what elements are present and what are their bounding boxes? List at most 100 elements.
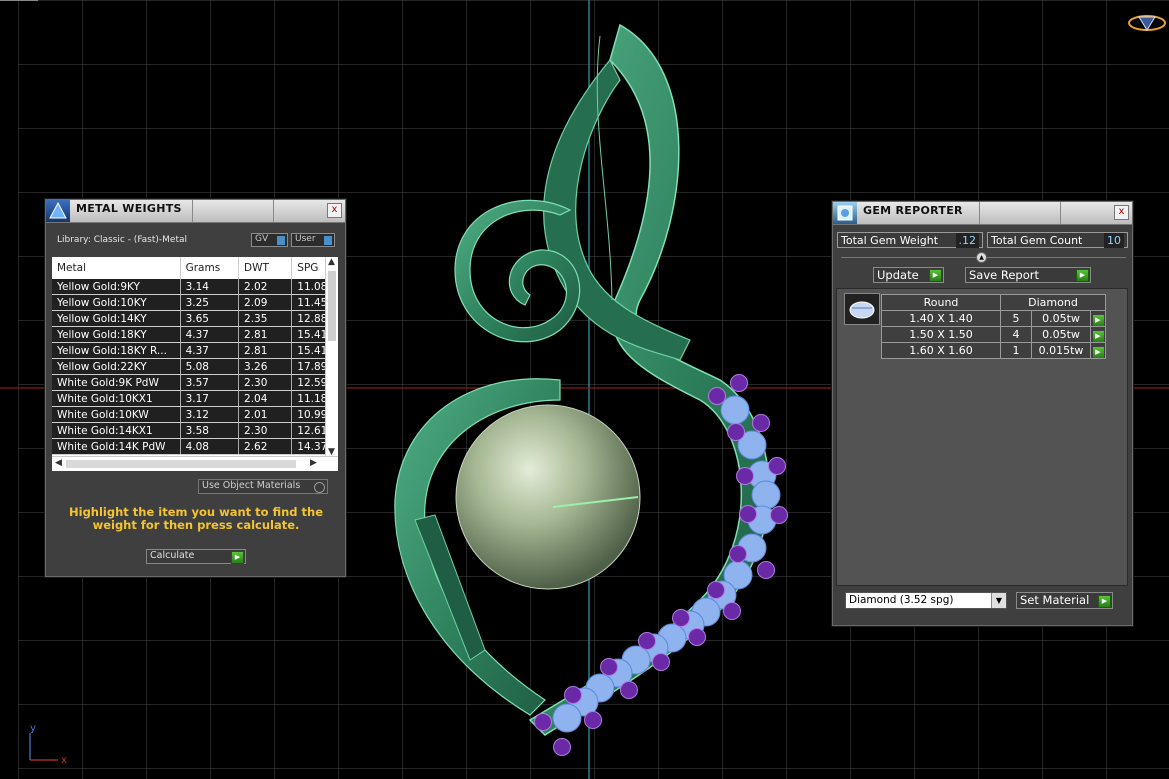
- table-cell: White Gold:10KW: [52, 406, 181, 423]
- table-cell: 3.14: [180, 279, 240, 295]
- save-report-button[interactable]: Save Report ▶: [965, 267, 1091, 283]
- material-select[interactable]: Diamond (3.52 spg) ▼: [845, 592, 1007, 609]
- table-cell: 2.01: [238, 406, 293, 423]
- column-header-grams[interactable]: Grams: [180, 257, 240, 279]
- prong: [708, 387, 726, 405]
- metal-weights-title: METAL WEIGHTS: [76, 202, 182, 215]
- gem-select-button[interactable]: ▶: [1090, 326, 1106, 343]
- prong: [553, 738, 571, 756]
- table-row[interactable]: White Gold:10KW 3.12 2.01 10.99: [52, 406, 338, 423]
- metal-table[interactable]: Metal Grams DWT SPG Yellow Gold:9KY 3.14 2…: [52, 257, 338, 471]
- prong: [739, 505, 757, 523]
- vertical-scrollbar[interactable]: ▲ ▼: [325, 257, 338, 457]
- calculate-button[interactable]: Calculate ▶: [146, 549, 246, 564]
- gem-row[interactable]: 1.40 X 1.40 5 0.05tw ▶: [881, 310, 1106, 327]
- collapse-icon[interactable]: ▲: [976, 252, 987, 263]
- table-row[interactable]: Yellow Gold:9KY 3.14 2.02 11.08: [52, 279, 338, 295]
- library-label: Library: Classic - (Fast)-Metal: [57, 235, 188, 245]
- prong: [584, 711, 602, 729]
- scroll-left-icon: ◀: [55, 458, 62, 468]
- metal-weights-titlebar[interactable]: METAL WEIGHTS x: [46, 200, 345, 223]
- pearl: [455, 404, 641, 590]
- gem-count: 4: [1000, 326, 1032, 343]
- prong: [707, 581, 725, 599]
- gem-weight: 0.05tw: [1031, 326, 1091, 343]
- chevron-down-icon: ▼: [991, 593, 1006, 608]
- gem-reporter-titlebar[interactable]: GEM REPORTER x: [833, 202, 1132, 225]
- play-icon: ▶: [1076, 269, 1089, 282]
- table-cell: White Gold:10KX1: [52, 390, 181, 407]
- table-cell: Yellow Gold:18KY: [52, 326, 181, 343]
- gem-select-button[interactable]: ▶: [1090, 310, 1106, 327]
- table-cell: 2.04: [238, 390, 293, 407]
- table-row[interactable]: Yellow Gold:22KY 5.08 3.26 17.89: [52, 358, 338, 375]
- table-row[interactable]: Yellow Gold:18KY R... 4.37 2.81 15.41: [52, 342, 338, 359]
- table-cell: 4.37: [180, 326, 240, 343]
- table-cell: 3.58: [180, 422, 240, 439]
- close-icon[interactable]: x: [1114, 205, 1129, 220]
- gem-row[interactable]: 1.50 X 1.50 4 0.05tw ▶: [881, 326, 1106, 343]
- metal-weights-icon: [46, 200, 70, 222]
- table-cell: 5.08: [180, 358, 240, 375]
- gem-stone: [751, 480, 781, 510]
- table-cell: 4.08: [180, 438, 240, 455]
- table-cell: 2.30: [238, 374, 293, 391]
- prong: [600, 658, 618, 676]
- prong: [638, 632, 656, 650]
- table-cell: 2.09: [238, 294, 293, 311]
- play-icon: ▶: [231, 551, 244, 564]
- gv-toggle[interactable]: GV: [251, 233, 288, 247]
- table-cell: 3.26: [238, 358, 293, 375]
- table-cell: 3.25: [180, 294, 240, 311]
- prong: [768, 457, 786, 475]
- table-cell: 3.57: [180, 374, 240, 391]
- table-cell: 3.12: [180, 406, 240, 423]
- table-row[interactable]: Yellow Gold:10KY 3.25 2.09 11.45: [52, 294, 338, 311]
- update-button[interactable]: Update ▶: [873, 267, 944, 283]
- use-object-materials-toggle[interactable]: Use Object Materials: [198, 479, 328, 494]
- close-icon[interactable]: x: [327, 203, 342, 218]
- gem-row[interactable]: 1.60 X 1.60 1 0.015tw ▶: [881, 342, 1106, 359]
- gem-select-button[interactable]: ▶: [1090, 342, 1106, 359]
- gem-weight: 0.015tw: [1031, 342, 1091, 359]
- svg-text:x: x: [61, 755, 67, 766]
- user-toggle[interactable]: User: [291, 233, 335, 247]
- table-cell: White Gold:14K PdW: [52, 438, 181, 455]
- gem-stone: [720, 395, 750, 425]
- set-material-button[interactable]: Set Material ▶: [1016, 592, 1113, 609]
- gem-weight: 0.05tw: [1031, 310, 1091, 327]
- play-icon: ▶: [1092, 346, 1104, 358]
- table-row[interactable]: White Gold:14KX1 3.58 2.30 12.61: [52, 422, 338, 439]
- horizontal-scrollbar[interactable]: ◀ ▶: [52, 456, 338, 471]
- table-row[interactable]: White Gold:9K PdW 3.57 2.30 12.59: [52, 374, 338, 391]
- play-icon: ▶: [1092, 330, 1104, 342]
- table-cell: 2.30: [238, 422, 293, 439]
- play-icon: ▶: [929, 269, 942, 282]
- prong: [729, 545, 747, 563]
- table-row[interactable]: Yellow Gold:18KY 4.37 2.81 15.41: [52, 326, 338, 343]
- calculate-hint: Highlight the item you want to find the …: [69, 505, 323, 532]
- prong: [564, 686, 582, 704]
- column-header-dwt[interactable]: DWT: [238, 257, 293, 279]
- gem-reporter-panel: GEM REPORTER x Total Gem Weight .12 Tota…: [832, 201, 1133, 626]
- column-header-metal[interactable]: Metal: [52, 257, 181, 279]
- table-row[interactable]: Yellow Gold:14KY 3.65 2.35 12.88: [52, 310, 338, 327]
- table-cell: 3.17: [180, 390, 240, 407]
- play-icon: ▶: [1092, 314, 1104, 326]
- table-cell: Yellow Gold:9KY: [52, 279, 181, 295]
- prong: [770, 506, 788, 524]
- table-cell: 2.81: [238, 326, 293, 343]
- gem-size: 1.60 X 1.60: [881, 342, 1001, 359]
- table-cell: 2.62: [238, 438, 293, 455]
- prong: [730, 374, 748, 392]
- table-cell: White Gold:9K PdW: [52, 374, 181, 391]
- prong: [752, 414, 770, 432]
- table-row[interactable]: White Gold:14K PdW 4.08 2.62 14.37: [52, 438, 338, 455]
- svg-text:y: y: [30, 723, 36, 734]
- table-cell: White Gold:14KX1: [52, 422, 181, 439]
- table-cell: 4.37: [180, 342, 240, 359]
- gem-stone: [552, 703, 582, 733]
- gem-size: 1.50 X 1.50: [881, 326, 1001, 343]
- total-gem-count: Total Gem Count 10: [987, 232, 1128, 248]
- table-row[interactable]: White Gold:10KX1 3.17 2.04 11.18: [52, 390, 338, 407]
